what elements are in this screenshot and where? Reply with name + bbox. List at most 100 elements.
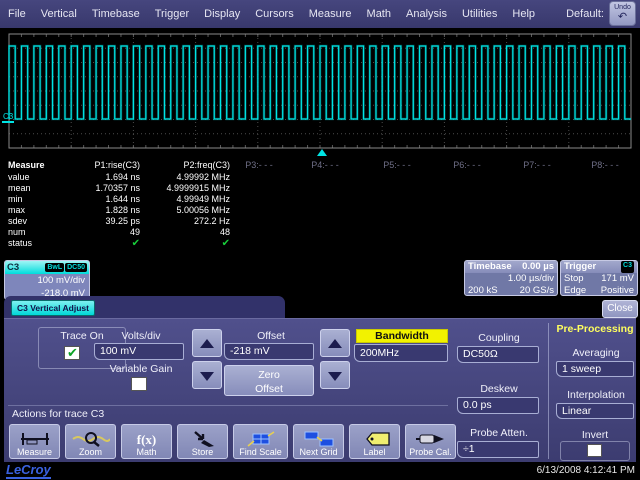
menu-vertical[interactable]: Vertical bbox=[41, 8, 77, 20]
menu-file[interactable]: File bbox=[8, 8, 26, 20]
next-grid-icon bbox=[303, 431, 335, 447]
trigger-position-marker[interactable] bbox=[317, 149, 327, 156]
offset-field[interactable]: -218 mV bbox=[224, 343, 314, 360]
offset-increase-button[interactable] bbox=[320, 329, 350, 357]
row-label-mean: mean bbox=[8, 183, 68, 193]
probe-cal-action-button[interactable]: Probe Cal. bbox=[405, 424, 456, 459]
undo-label: Undo bbox=[614, 4, 631, 11]
menu-cursors[interactable]: Cursors bbox=[255, 8, 294, 20]
invert-label: Invert bbox=[560, 429, 630, 441]
c3-trace-descriptor[interactable]: C3 BwL DC50 100 mV/div -218.0 mV bbox=[4, 260, 90, 300]
variable-gain-label: Variable Gain bbox=[96, 363, 186, 375]
measure-table: Measure value mean min max sdev num stat… bbox=[0, 158, 640, 258]
zero-offset-button[interactable]: Zero Offset bbox=[224, 365, 314, 396]
timebase-header: Timebase 0.00 µs bbox=[465, 261, 557, 273]
p1-num: 49 bbox=[130, 227, 140, 237]
variable-gain-checkbox[interactable] bbox=[131, 377, 147, 391]
find-scale-action-button[interactable]: Find Scale bbox=[233, 424, 288, 459]
p1-min: 1.644 ns bbox=[105, 194, 140, 204]
lecroy-logo: LeCroy bbox=[6, 463, 51, 479]
p7-header[interactable]: P7:- - - bbox=[504, 160, 570, 170]
undo-arrow-icon: ↶ bbox=[610, 12, 635, 22]
measure-table-title: Measure bbox=[8, 160, 68, 170]
p5-header[interactable]: P5:- - - bbox=[364, 160, 430, 170]
volts-div-field[interactable]: 100 mV bbox=[94, 343, 184, 360]
timebase-delay: 0.00 µs bbox=[522, 261, 554, 273]
p2-status-check-icon: ✔ bbox=[222, 238, 230, 249]
row-label-num: num bbox=[8, 227, 68, 237]
probe-cal-action-label: Probe Cal. bbox=[409, 447, 452, 457]
store-action-label: Store bbox=[192, 447, 214, 457]
next-grid-action-button[interactable]: Next Grid bbox=[293, 424, 344, 459]
c3-descriptor-header: C3 BwL DC50 bbox=[5, 261, 89, 274]
timebase-title: Timebase bbox=[468, 261, 512, 273]
close-button[interactable]: Close bbox=[602, 300, 638, 318]
bandwidth-field[interactable]: 200MHz bbox=[354, 344, 448, 362]
tab-c3-vertical-adjust[interactable]: C3 Vertical Adjust bbox=[11, 300, 95, 316]
trace-on-checkbox[interactable] bbox=[64, 346, 80, 360]
menu-analysis[interactable]: Analysis bbox=[406, 8, 447, 20]
timebase-scale-row: 1.00 µs/div bbox=[465, 273, 557, 285]
menu-measure[interactable]: Measure bbox=[309, 8, 352, 20]
probe-atten-field[interactable]: ÷1 bbox=[457, 441, 539, 458]
trigger-mode: Stop bbox=[564, 273, 584, 285]
p1-header[interactable]: P1:rise(C3) bbox=[94, 160, 140, 170]
averaging-field[interactable]: 1 sweep bbox=[556, 361, 634, 377]
default-label: Default: bbox=[566, 8, 604, 20]
undo-button[interactable]: Undo ↶ bbox=[609, 1, 636, 26]
channel-c3-marker[interactable]: C3 bbox=[2, 112, 14, 123]
p2-header[interactable]: P2:freq(C3) bbox=[183, 160, 230, 170]
p6-header[interactable]: P6:- - - bbox=[434, 160, 500, 170]
deskew-field[interactable]: 0.0 ps bbox=[457, 397, 539, 414]
row-label-sdev: sdev bbox=[8, 216, 68, 226]
probe-atten-label: Probe Atten. bbox=[459, 427, 539, 439]
timebase-samples: 200 kS bbox=[468, 285, 498, 296]
menu-help[interactable]: Help bbox=[512, 8, 535, 20]
find-scale-grid-icon bbox=[246, 431, 276, 447]
menu-utilities[interactable]: Utilities bbox=[462, 8, 497, 20]
p2-min: 4.99949 MHz bbox=[176, 194, 230, 204]
datetime-display: 6/13/2008 4:12:41 PM bbox=[537, 465, 635, 476]
measure-caliper-icon bbox=[18, 431, 52, 447]
trigger-descriptor[interactable]: Trigger C3 Stop 171 mV Edge Positive bbox=[560, 260, 638, 296]
zoom-magnifier-icon bbox=[72, 431, 110, 447]
zoom-action-button[interactable]: Zoom bbox=[65, 424, 116, 459]
trigger-header: Trigger C3 bbox=[561, 261, 637, 273]
trigger-level: 171 mV bbox=[601, 273, 634, 285]
math-action-button[interactable]: f(x) Math bbox=[121, 424, 172, 459]
measure-action-label: Measure bbox=[17, 447, 52, 457]
store-action-button[interactable]: Store bbox=[177, 424, 228, 459]
action-button-row: Measure Zoom f(x) Math Store bbox=[9, 424, 456, 459]
averaging-label: Averaging bbox=[556, 347, 636, 359]
p2-sdev: 272.2 Hz bbox=[194, 216, 230, 226]
oscilloscope-screen: File Vertical Timebase Trigger Display C… bbox=[0, 0, 640, 480]
row-label-min: min bbox=[8, 194, 68, 204]
offset-decrease-button[interactable] bbox=[320, 361, 350, 389]
menu-display[interactable]: Display bbox=[204, 8, 240, 20]
bandwidth-label: Bandwidth bbox=[356, 329, 448, 343]
bwl-badge: BwL bbox=[45, 263, 64, 272]
interpolation-field[interactable]: Linear bbox=[556, 403, 634, 419]
timebase-sampling-row: 200 kS 20 GS/s bbox=[465, 285, 557, 296]
p1-mean: 1.70357 ns bbox=[95, 183, 140, 193]
p4-header[interactable]: P4:- - - bbox=[292, 160, 358, 170]
volts-div-increase-button[interactable] bbox=[192, 329, 222, 357]
row-label-value: value bbox=[8, 172, 68, 182]
trigger-mode-row: Stop 171 mV bbox=[561, 273, 637, 285]
volts-div-decrease-button[interactable] bbox=[192, 361, 222, 389]
menu-timebase[interactable]: Timebase bbox=[92, 8, 140, 20]
timebase-descriptor[interactable]: Timebase 0.00 µs 1.00 µs/div 200 kS 20 G… bbox=[464, 260, 558, 296]
p3-header[interactable]: P3:- - - bbox=[226, 160, 292, 170]
trigger-type-row: Edge Positive bbox=[561, 285, 637, 296]
actions-divider bbox=[8, 405, 448, 406]
p1-max: 1.828 ns bbox=[105, 205, 140, 215]
invert-checkbox[interactable] bbox=[587, 444, 602, 457]
coupling-field[interactable]: DC50Ω bbox=[457, 346, 539, 363]
store-arrow-icon bbox=[191, 431, 215, 447]
measure-action-button[interactable]: Measure bbox=[9, 424, 60, 459]
p8-header[interactable]: P8:- - - bbox=[572, 160, 638, 170]
label-tag-icon bbox=[358, 431, 392, 447]
menu-trigger[interactable]: Trigger bbox=[155, 8, 189, 20]
label-action-button[interactable]: Label bbox=[349, 424, 400, 459]
menu-math[interactable]: Math bbox=[367, 8, 391, 20]
